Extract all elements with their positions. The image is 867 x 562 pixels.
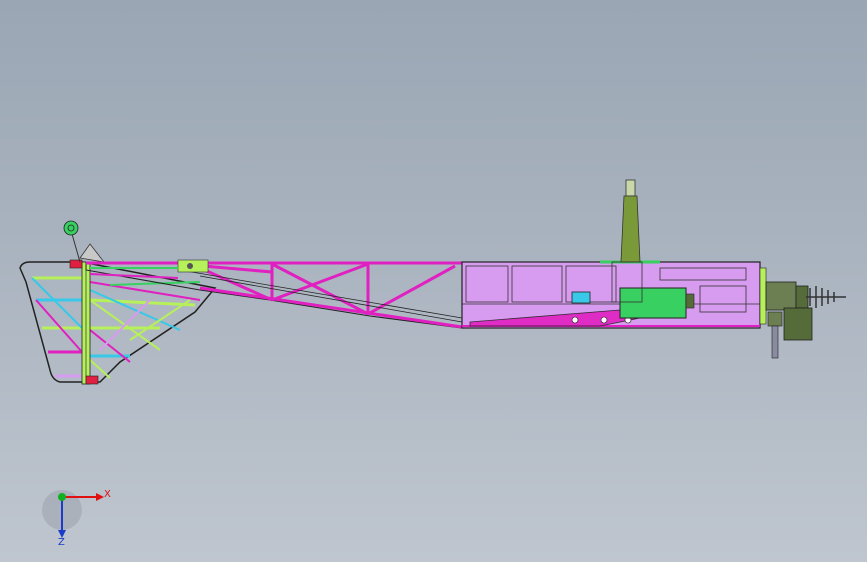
cad-graphics-viewport[interactable]: X Z [0,0,867,562]
nose-gearbox[interactable] [759,267,846,359]
cad-model-canvas[interactable]: X Z [0,0,867,562]
tail-boom-truss[interactable] [85,259,463,329]
main-body-frame[interactable] [461,179,761,329]
tail-rudder-disc[interactable] [63,220,105,263]
tail-section[interactable] [19,220,217,385]
axis-triad: X Z [42,489,111,548]
x-axis-label: X [104,489,111,500]
y-axis-origin [58,493,66,501]
z-axis-label: Z [58,537,65,548]
